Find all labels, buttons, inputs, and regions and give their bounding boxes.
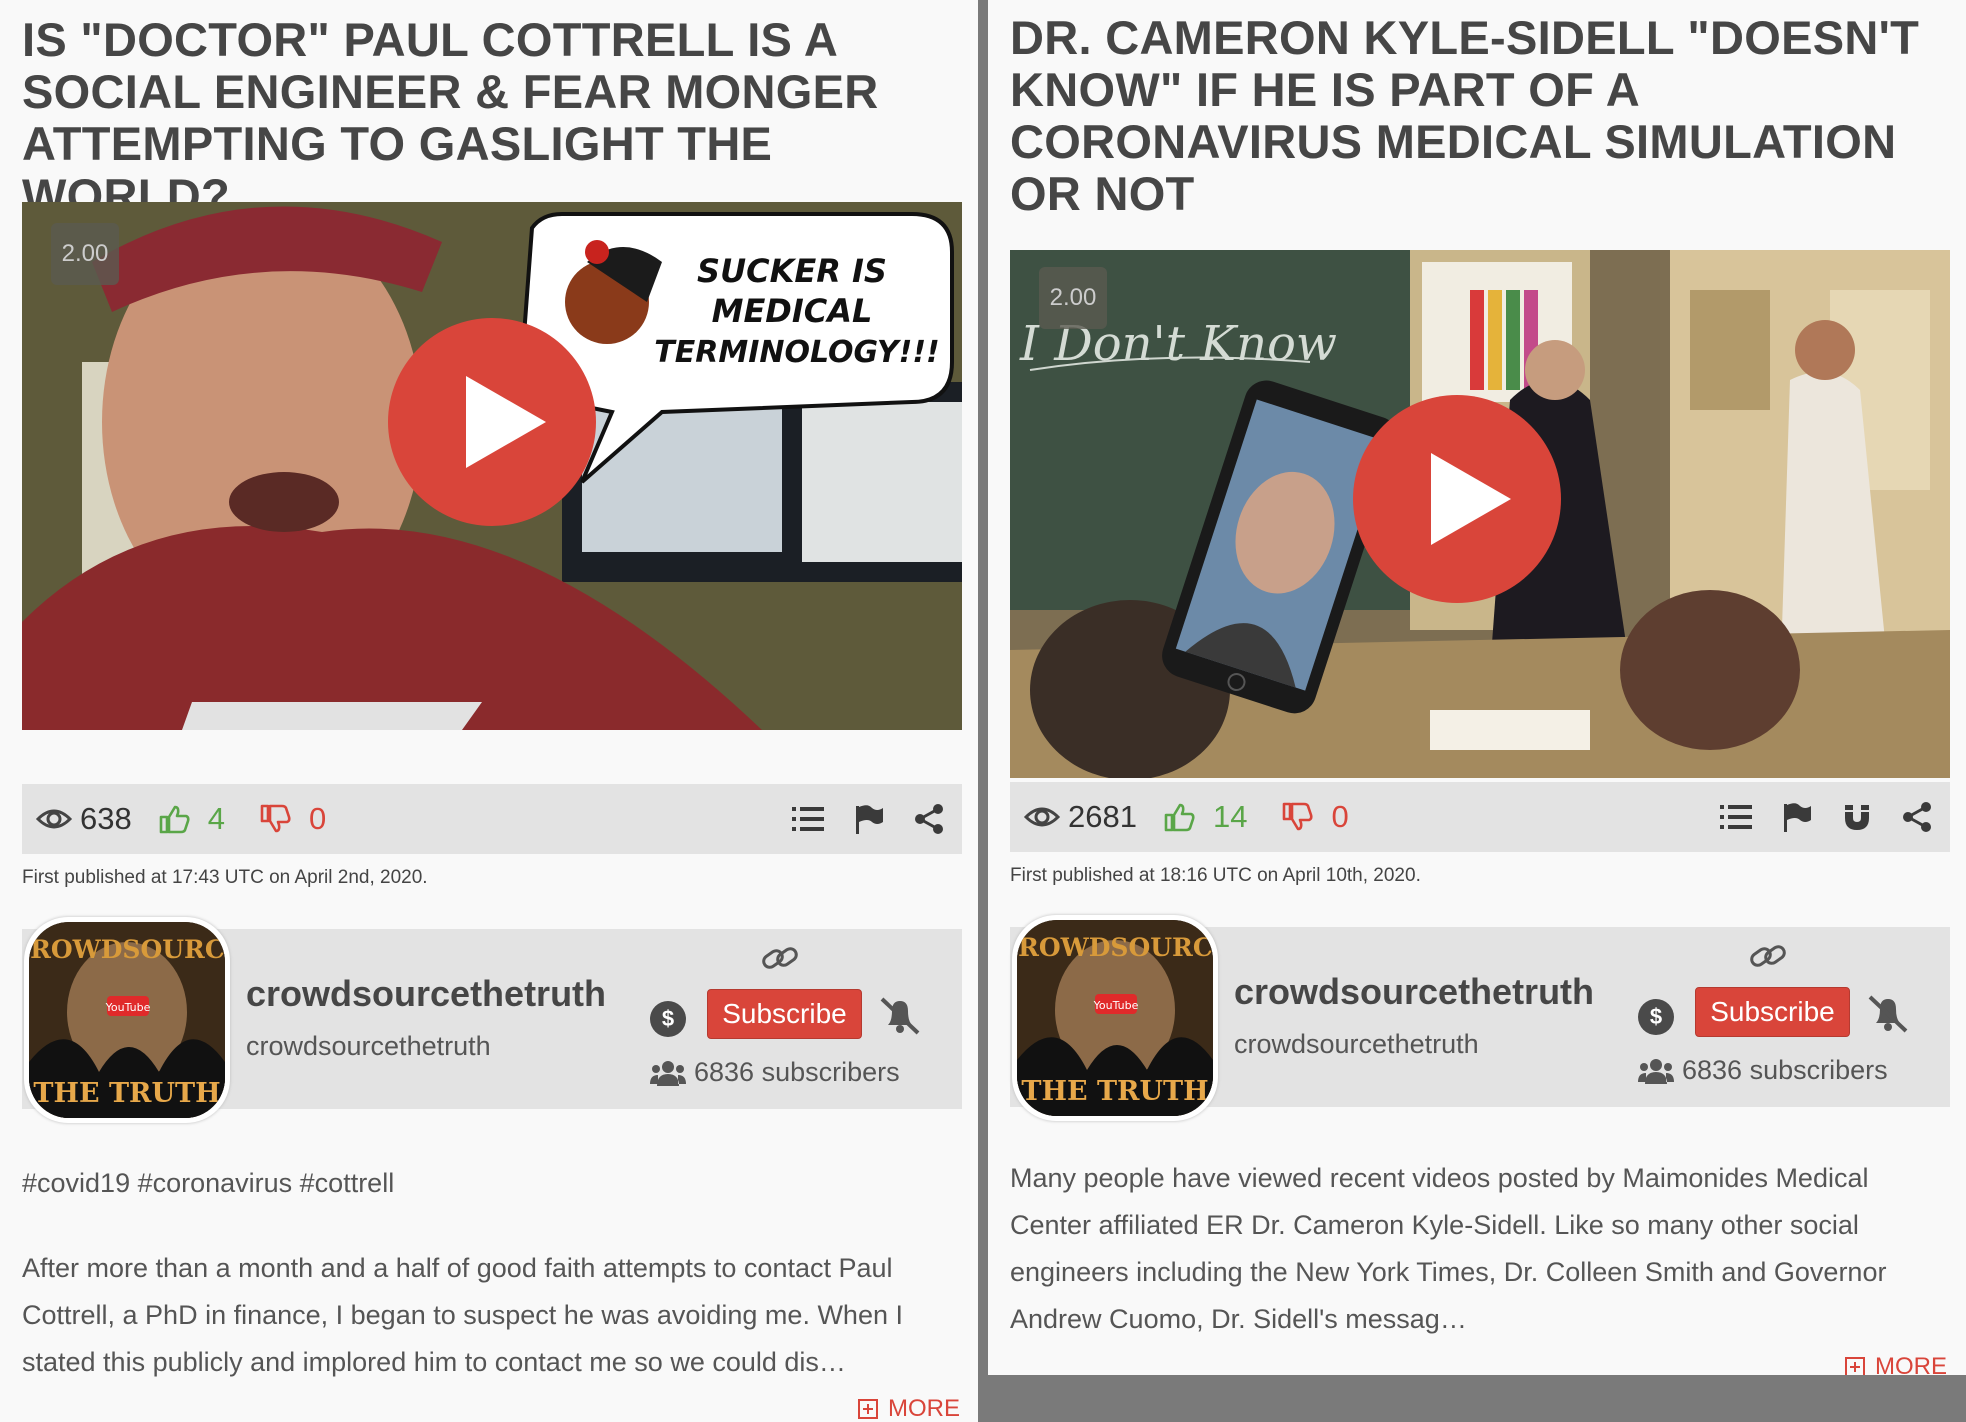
more-button[interactable]: MORE [1845, 1353, 1947, 1375]
channel-avatar[interactable]: YouTube CROWDSOURCE THE TRUTH [1012, 915, 1218, 1121]
channel-box: YouTube CROWDSOURCE THE TRUTH crowdsourc… [22, 917, 962, 1123]
view-count-value: 638 [80, 801, 132, 836]
view-count: 2681 [1024, 799, 1137, 835]
video-description: Many people have viewed recent videos po… [1010, 1163, 1887, 1334]
video-tools [1690, 802, 1932, 832]
expand-icon [858, 1399, 878, 1419]
dislike-count: 0 [308, 801, 327, 836]
subscribe-button[interactable]: Subscribe [707, 989, 862, 1039]
svg-text:YouTube: YouTube [105, 1001, 151, 1014]
subscribe-button[interactable]: Subscribe [1695, 987, 1850, 1037]
flag-icon[interactable] [1782, 802, 1812, 832]
notifications-off-icon[interactable] [878, 995, 922, 1040]
video-player[interactable]: SUCKER IS MEDICAL TERMINOLOGY!!! 2.00 [22, 202, 962, 730]
expand-icon [1845, 1357, 1865, 1375]
channel-avatar[interactable]: YouTube CROWDSOURCE THE TRUTH [24, 917, 230, 1123]
more-button[interactable]: MORE [858, 1395, 960, 1422]
playlist-icon[interactable] [1720, 804, 1752, 830]
more-label: MORE [1875, 1353, 1947, 1375]
link-icon[interactable] [1748, 939, 1788, 978]
view-count: 638 [36, 801, 132, 837]
users-icon [1638, 1058, 1674, 1084]
video-title[interactable]: IS "DOCTOR" PAUL COTTRELL IS A SOCIAL EN… [22, 14, 962, 222]
like-count: 14 [1212, 799, 1248, 834]
link-icon[interactable] [760, 941, 800, 980]
thumbs-up-icon [159, 805, 190, 834]
like-count: 4 [207, 801, 225, 836]
published-date: First published at 17:43 UTC on April 2n… [22, 867, 428, 888]
thumbs-down-icon [1283, 802, 1313, 831]
subscriber-count: 6836 subscribers [1638, 1055, 1888, 1086]
dollar-icon[interactable]: $ [650, 1001, 686, 1037]
svg-text:SUCKER IS: SUCKER IS [697, 252, 887, 290]
playback-speed-badge[interactable]: 2.00 [1039, 267, 1107, 329]
thumbs-up-icon [1164, 803, 1195, 832]
thumbs-down-icon [260, 804, 291, 833]
video-stats-bar: 2681 14 0 [1010, 782, 1950, 852]
video-stats-bar: 638 4 0 [22, 784, 962, 854]
subscriber-count: 6836 subscribers [650, 1057, 900, 1088]
channel-handle[interactable]: crowdsourcethetruth [1234, 1029, 1479, 1060]
right-video-card: DR. CAMERON KYLE-SIDELL "DOESN'T KNOW" I… [988, 0, 1966, 1375]
notifications-off-icon[interactable] [1866, 993, 1910, 1038]
flag-icon[interactable] [854, 804, 884, 834]
channel-handle[interactable]: crowdsourcethetruth [246, 1031, 491, 1062]
dislike-button[interactable]: 0 [1281, 799, 1349, 835]
share-icon[interactable] [1902, 802, 1932, 832]
svg-text:THE TRUTH: THE TRUTH [1021, 1076, 1208, 1107]
dislike-button[interactable]: 0 [259, 801, 326, 837]
dislike-count: 0 [1331, 799, 1349, 834]
svg-text:YouTube: YouTube [1093, 999, 1139, 1012]
svg-text:THE TRUTH: THE TRUTH [33, 1078, 220, 1109]
published-date: First published at 18:16 UTC on April 10… [1010, 865, 1421, 886]
svg-text:TERMINOLOGY!!!: TERMINOLOGY!!! [654, 335, 939, 370]
play-button[interactable] [388, 318, 596, 526]
subscriber-count-value: 6836 subscribers [694, 1057, 900, 1087]
dollar-icon[interactable]: $ [1638, 999, 1674, 1035]
svg-text:CROWDSOURCE: CROWDSOURCE [29, 935, 225, 964]
video-tools [762, 804, 944, 834]
share-icon[interactable] [914, 804, 944, 834]
like-button[interactable]: 4 [158, 801, 225, 837]
video-description: After more than a month and a half of go… [22, 1253, 903, 1377]
channel-name[interactable]: crowdsourcethetruth [1234, 971, 1594, 1013]
svg-text:MEDICAL: MEDICAL [712, 292, 873, 330]
left-video-card: IS "DOCTOR" PAUL COTTRELL IS A SOCIAL EN… [0, 0, 978, 1422]
like-button[interactable]: 14 [1163, 799, 1247, 835]
video-title[interactable]: DR. CAMERON KYLE-SIDELL "DOESN'T KNOW" I… [1010, 12, 1950, 220]
magnet-icon[interactable] [1842, 802, 1872, 832]
channel-name[interactable]: crowdsourcethetruth [246, 973, 606, 1015]
eye-icon [1024, 807, 1060, 827]
svg-text:CROWDSOURCE: CROWDSOURCE [1017, 933, 1213, 962]
view-count-value: 2681 [1068, 799, 1137, 834]
eye-icon [36, 809, 72, 829]
panel-divider [978, 0, 988, 1422]
users-icon [650, 1060, 686, 1086]
playlist-icon[interactable] [792, 806, 824, 832]
video-hashtags: #covid19 #coronavirus #cottrell [22, 1168, 395, 1198]
playback-speed-badge[interactable]: 2.00 [51, 223, 119, 285]
more-label: MORE [888, 1395, 960, 1422]
subscriber-count-value: 6836 subscribers [1682, 1055, 1888, 1085]
play-button[interactable] [1353, 395, 1561, 603]
channel-box: YouTube CROWDSOURCE THE TRUTH crowdsourc… [1010, 915, 1950, 1121]
